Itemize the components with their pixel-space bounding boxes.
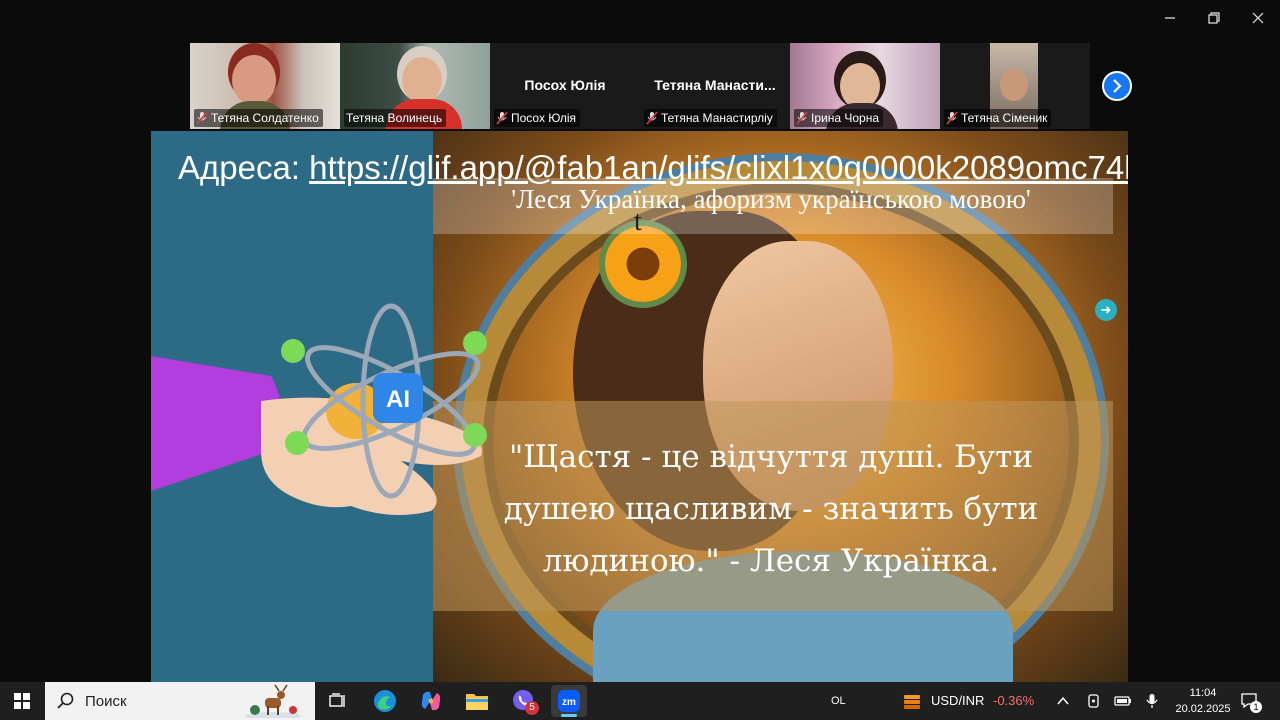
close-button[interactable]	[1236, 0, 1280, 36]
search-icon	[57, 692, 74, 709]
participant-tile[interactable]: Ірина Чорна	[790, 43, 940, 129]
address-link[interactable]: https://glif.app/@fab1an/glifs/clixl1x0q…	[309, 149, 1128, 186]
participant-center-name: Посох Юлія	[524, 77, 606, 93]
stray-text: t	[634, 206, 642, 237]
notification-count: 1	[1250, 701, 1262, 713]
shared-screen: 'Леся Українка, афоризм українською мово…	[151, 131, 1128, 682]
minimize-button[interactable]	[1148, 0, 1192, 36]
clock-time: 11:04	[1189, 687, 1217, 699]
zoom-window: Тетяна Солдатенко Тетяна Волинець Посох …	[0, 0, 1280, 682]
participant-name: Тетяна Волинець	[346, 111, 443, 125]
mic-muted-icon	[496, 111, 508, 125]
participant-nameplate: Тетяна Манастирліу	[644, 109, 777, 127]
restore-button[interactable]	[1192, 0, 1236, 36]
clock-date: 20.02.2025	[1175, 703, 1231, 715]
participant-tile[interactable]: Тетяна Солдатенко	[190, 43, 340, 129]
mic-muted-icon	[946, 111, 958, 125]
zoom-icon: zm	[558, 690, 580, 712]
deer-icon	[245, 684, 301, 718]
taskbar-search[interactable]: Поиск	[45, 682, 315, 720]
next-participants-button[interactable]	[1102, 71, 1132, 101]
taskbar-app-edge[interactable]	[367, 685, 403, 717]
ai-label: AI	[386, 386, 410, 413]
slide-quote: "Щастя - це відчуття душі. Бути душею ща…	[503, 439, 1039, 579]
taskbar-app-copilot[interactable]	[413, 685, 449, 717]
ticker-change: -0.36%	[993, 693, 1035, 708]
taskbar-app-viber[interactable]: 5	[505, 685, 541, 717]
participant-nameplate: Посох Юлія	[494, 109, 581, 127]
microphone-icon[interactable]	[1146, 693, 1158, 709]
address-label: Адреса:	[178, 149, 300, 186]
participant-name: Тетяна Манастирліу	[661, 111, 773, 125]
window-controls	[1148, 0, 1280, 36]
participant-tile[interactable]: Тетяна Сіменик	[940, 43, 1090, 129]
participant-nameplate: Тетяна Сіменик	[944, 109, 1052, 127]
participant-name: Тетяна Сіменик	[961, 111, 1048, 125]
participant-tile[interactable]: Посох Юлія Посох Юлія	[490, 43, 640, 129]
participant-nameplate: Тетяна Солдатенко	[194, 109, 323, 127]
slide-address: Адреса: https://glif.app/@fab1an/glifs/c…	[178, 149, 1128, 187]
participant-tile[interactable]: Тетяна Манасти... Тетяна Манастирліу	[640, 43, 790, 129]
task-view-button[interactable]	[320, 685, 356, 717]
search-placeholder: Поиск	[85, 692, 127, 710]
participant-nameplate: Тетяна Волинець	[344, 109, 447, 127]
battery-icon[interactable]	[1114, 694, 1132, 708]
chevron-right-icon	[1113, 79, 1122, 93]
participant-strip: Тетяна Солдатенко Тетяна Волинець Посох …	[190, 43, 1090, 129]
participant-name: Посох Юлія	[511, 111, 577, 125]
system-clock[interactable]: 11:04 20.02.2025	[1174, 685, 1232, 717]
taskbar-app-zoom[interactable]: zm	[551, 685, 587, 717]
taskbar: Поиск 5 zm OL USD/INR -0.36% 11:04 20.02…	[0, 682, 1280, 720]
mic-muted-icon	[196, 111, 208, 125]
mic-muted-icon	[796, 111, 808, 125]
svg-text:zm: zm	[562, 697, 576, 708]
restore-icon	[1208, 12, 1220, 24]
meet-now-icon[interactable]	[1086, 693, 1102, 709]
notification-center-button[interactable]: 1	[1240, 691, 1262, 713]
ai-hand-graphic: AI	[151, 303, 487, 515]
taskbar-app-explorer[interactable]	[459, 685, 495, 717]
notification-badge: 5	[525, 701, 539, 715]
task-view-icon	[329, 693, 345, 707]
folder-icon	[466, 694, 488, 710]
participant-nameplate: Ірина Чорна	[794, 109, 883, 127]
participant-center-name: Тетяна Манасти...	[654, 77, 776, 93]
copilot-icon	[421, 691, 441, 711]
chevron-up-icon[interactable]	[1057, 696, 1069, 706]
windows-logo-icon	[14, 693, 30, 709]
currency-ticker-icon	[904, 695, 920, 709]
start-button[interactable]	[0, 682, 44, 720]
participant-name: Ірина Чорна	[811, 111, 879, 125]
close-icon	[1252, 12, 1264, 24]
mic-muted-icon	[646, 111, 658, 125]
minimize-icon	[1165, 17, 1175, 19]
ticker-label[interactable]: USD/INR	[931, 682, 984, 720]
slide-nav-arrow-icon[interactable]: ➜	[1095, 299, 1117, 321]
sunflower-icon	[605, 226, 681, 302]
input-language[interactable]: OL	[831, 682, 846, 720]
edge-icon	[374, 690, 396, 712]
slide-subtitle: 'Леся Українка, афоризм українською мово…	[511, 184, 1031, 214]
participant-name: Тетяна Солдатенко	[211, 111, 319, 125]
participant-tile-active-speaker[interactable]: Тетяна Волинець	[340, 43, 490, 129]
